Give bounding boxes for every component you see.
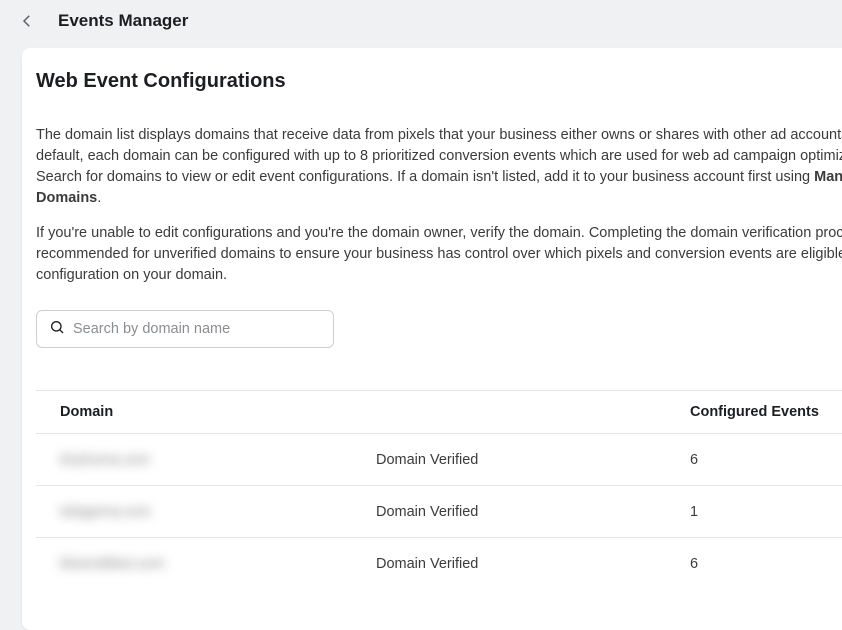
status-cell: Domain Verified xyxy=(376,556,690,572)
status-cell: Domain Verified xyxy=(376,452,690,468)
domain-cell: blowndbker.com xyxy=(36,555,376,573)
table-row[interactable]: blowndbker.com Domain Verified 6 xyxy=(36,538,842,590)
topbar-title: Events Manager xyxy=(58,11,188,31)
events-cell: 1 xyxy=(690,504,842,520)
domain-name-masked: tinyhuma.com xyxy=(60,452,150,468)
intro-text-1a: The domain list displays domains that re… xyxy=(36,127,842,185)
intro-text-1b: . xyxy=(97,190,101,206)
events-cell: 6 xyxy=(690,452,842,468)
table-header-row: Domain Configured Events xyxy=(36,390,842,434)
domain-cell: tinyhuma.com xyxy=(36,451,376,469)
domain-table: Domain Configured Events tinyhuma.com Do… xyxy=(36,390,842,590)
intro-paragraph-2: If you're unable to edit configurations … xyxy=(36,223,842,286)
search-icon xyxy=(49,319,65,340)
intro-paragraph-1: The domain list displays domains that re… xyxy=(36,125,842,209)
domain-name-masked: tolagema.com xyxy=(60,504,151,520)
topbar: Events Manager xyxy=(0,0,842,42)
table-row[interactable]: tinyhuma.com Domain Verified 6 xyxy=(36,434,842,486)
table-row[interactable]: tolagema.com Domain Verified 1 xyxy=(36,486,842,538)
main-card: Web Event Configurations The domain list… xyxy=(22,48,842,630)
events-cell: 6 xyxy=(690,556,842,572)
search-input[interactable] xyxy=(73,321,321,337)
domain-name-masked: blowndbker.com xyxy=(60,556,165,572)
domain-cell: tolagema.com xyxy=(36,503,376,521)
col-header-events: Configured Events xyxy=(690,404,842,420)
status-cell: Domain Verified xyxy=(376,504,690,520)
search-field[interactable] xyxy=(36,310,334,348)
col-header-domain: Domain xyxy=(36,404,376,420)
back-chevron-icon[interactable] xyxy=(18,12,36,30)
page-title: Web Event Configurations xyxy=(36,70,842,93)
